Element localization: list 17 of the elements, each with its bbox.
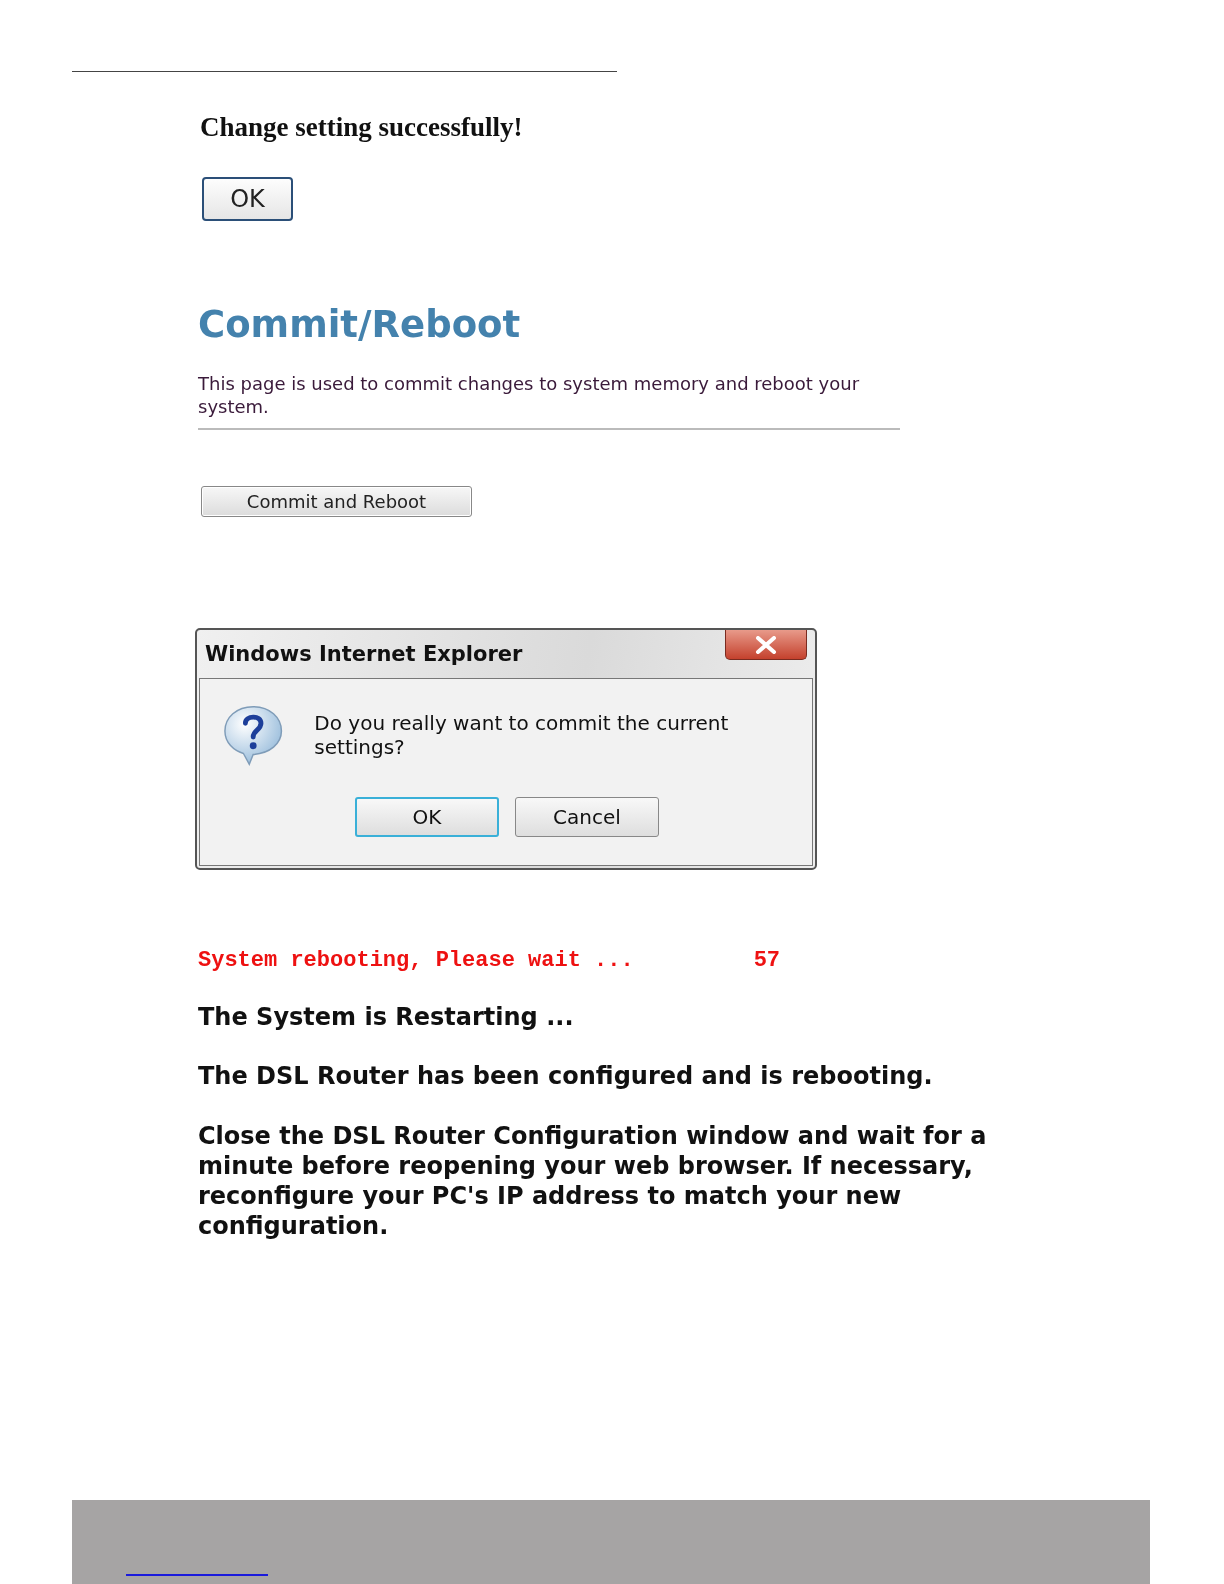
reboot-status: System rebooting, Please wait ... bbox=[198, 948, 634, 973]
ok-button[interactable]: OK bbox=[355, 797, 499, 837]
dialog-message: Do you really want to commit the current settings? bbox=[314, 711, 730, 759]
page-title: Commit/Reboot bbox=[198, 303, 522, 346]
page-description: This page is used to commit changes to system memory and reboot your system. bbox=[198, 372, 861, 418]
restart-text: Close the DSL Router Configuration window and wait for a minute before reopening your web browser. If necessary, reconfigure your PC's IP address to match your new configuration. bbox=[198, 1121, 988, 1241]
restart-heading: The System is Restarting ... bbox=[198, 1003, 575, 1031]
close-button[interactable] bbox=[725, 630, 807, 660]
close-icon bbox=[755, 635, 777, 654]
countdown: 57 bbox=[753, 948, 781, 973]
restart-text: The DSL Router has been configured and is rebooting. bbox=[198, 1061, 934, 1091]
cancel-button[interactable]: Cancel bbox=[515, 797, 659, 837]
ok-button[interactable]: OK bbox=[202, 177, 293, 221]
success-message: Change setting successfully! bbox=[200, 112, 524, 143]
commit-reboot-button[interactable]: Commit and Reboot bbox=[201, 486, 472, 517]
question-icon bbox=[222, 703, 285, 767]
dialog-title: Windows Internet Explorer bbox=[205, 642, 523, 666]
